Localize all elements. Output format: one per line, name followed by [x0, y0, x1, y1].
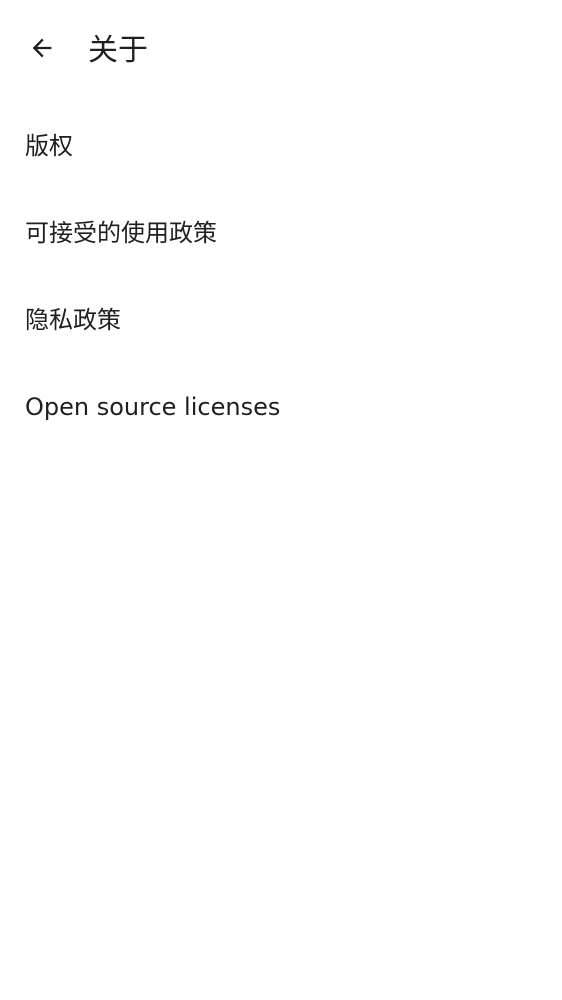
- list-item-copyright[interactable]: 版权: [0, 102, 562, 189]
- list-item-label: 版权: [25, 131, 73, 160]
- list-item-label: 隐私政策: [25, 305, 121, 334]
- back-button[interactable]: [18, 26, 66, 74]
- app-bar: 关于: [0, 0, 562, 100]
- list-item-label: Open source licenses: [25, 392, 281, 421]
- list-item-acceptable-use-policy[interactable]: 可接受的使用政策: [0, 189, 562, 276]
- page-title: 关于: [88, 33, 148, 68]
- about-list: 版权 可接受的使用政策 隐私政策 Open source licenses: [0, 102, 562, 450]
- list-item-privacy-policy[interactable]: 隐私政策: [0, 276, 562, 363]
- list-item-open-source-licenses[interactable]: Open source licenses: [0, 363, 562, 450]
- arrow-back-icon: [28, 34, 56, 66]
- list-item-label: 可接受的使用政策: [25, 218, 217, 247]
